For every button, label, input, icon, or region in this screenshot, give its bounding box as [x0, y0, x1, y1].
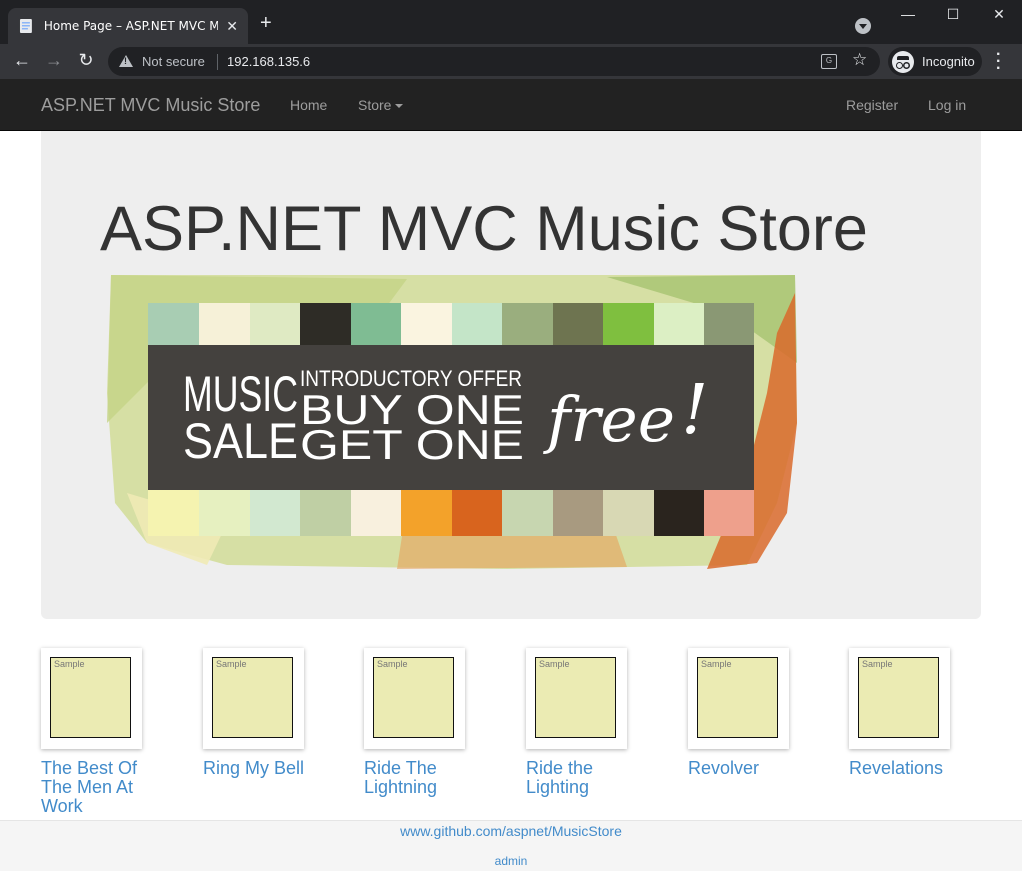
jumbotron: ASP.NET MVC Music Store MUSIC SALE INTRO… — [41, 131, 981, 619]
album-art[interactable]: Sample — [526, 648, 627, 749]
plus-icon[interactable]: + — [260, 13, 272, 33]
album-item[interactable]: Sample Revolver — [688, 648, 828, 778]
browser-tab[interactable]: Home Page – ASP.NET MVC Music Store ✕ — [8, 8, 248, 44]
maximize-icon[interactable]: ☐ — [938, 6, 968, 23]
incognito-icon — [892, 50, 914, 73]
address-divider — [217, 54, 218, 70]
nav-store-label: Store — [358, 97, 392, 113]
more-menu-icon[interactable]: · · · — [996, 47, 1001, 77]
album-art-label: Sample — [377, 659, 408, 669]
album-art[interactable]: Sample — [364, 648, 465, 749]
banner-free-text: free — [543, 383, 675, 456]
incognito-badge[interactable]: Incognito — [888, 47, 982, 76]
album-art[interactable]: Sample — [203, 648, 304, 749]
album-art-label: Sample — [216, 659, 247, 669]
album-title-link[interactable]: Ride the Lighting — [526, 759, 606, 797]
nav-login[interactable]: Log in — [928, 97, 966, 113]
nav-home[interactable]: Home — [290, 97, 327, 113]
minimize-icon[interactable]: — — [893, 6, 923, 22]
album-art-placeholder: Sample — [373, 657, 454, 738]
browser-toolbar: ← → ↻ Not secure 192.168.135.6 G ☆ Incog… — [0, 44, 1022, 79]
promo-banner-image: MUSIC SALE INTRODUCTORY OFFER BUY ONE GE… — [107, 275, 797, 569]
album-title-link[interactable]: Ride The Lightning — [364, 759, 454, 797]
banner-bang-text: ! — [681, 371, 708, 450]
album-art-label: Sample — [54, 659, 85, 669]
window-close-icon[interactable]: ✕ — [984, 6, 1014, 23]
album-item[interactable]: Sample Ride The Lightning — [364, 648, 504, 797]
album-art-placeholder: Sample — [50, 657, 131, 738]
github-link[interactable]: www.github.com/aspnet/MusicStore — [0, 823, 1022, 839]
album-title-link[interactable]: Ring My Bell — [203, 759, 343, 778]
album-item[interactable]: Sample Revelations — [849, 648, 989, 778]
warning-icon[interactable] — [119, 55, 133, 67]
album-art-placeholder: Sample — [212, 657, 293, 738]
album-item[interactable]: Sample Ride the Lighting — [526, 648, 666, 797]
page-footer: www.github.com/aspnet/MusicStore admin — [0, 820, 1022, 871]
tab-title: Home Page – ASP.NET MVC Music Store — [43, 19, 219, 33]
site-navbar: ASP.NET MVC Music Store Home Store Regis… — [0, 79, 1022, 131]
caret-down-icon — [395, 104, 404, 109]
album-title-link[interactable]: Revelations — [849, 759, 989, 778]
album-art[interactable]: Sample — [688, 648, 789, 749]
color-swatches-top — [148, 303, 754, 345]
translate-icon[interactable]: G — [821, 54, 837, 69]
banner-sale-text: SALE — [183, 413, 298, 469]
nav-register[interactable]: Register — [846, 97, 898, 113]
album-art-placeholder: Sample — [858, 657, 939, 738]
url-text[interactable]: 192.168.135.6 — [227, 54, 310, 69]
nav-store-dropdown[interactable]: Store — [358, 97, 404, 113]
banner-get-text: GET ONE — [300, 421, 524, 468]
brand-link[interactable]: ASP.NET MVC Music Store — [41, 95, 260, 116]
album-art-placeholder: Sample — [697, 657, 778, 738]
album-art-label: Sample — [701, 659, 732, 669]
browser-titlebar: Home Page – ASP.NET MVC Music Store ✕ + … — [0, 0, 1022, 44]
album-art-label: Sample — [862, 659, 893, 669]
admin-link[interactable]: admin — [0, 854, 1022, 868]
incognito-label: Incognito — [922, 54, 975, 69]
album-art[interactable]: Sample — [41, 648, 142, 749]
color-swatches-bottom — [148, 490, 754, 536]
bookmark-star-icon[interactable]: ☆ — [852, 50, 867, 70]
album-title-link[interactable]: The Best Of The Men At Work — [41, 759, 151, 816]
page-icon — [19, 19, 32, 33]
forward-arrow-icon[interactable]: → — [42, 50, 66, 71]
security-label[interactable]: Not secure — [142, 54, 205, 69]
album-item[interactable]: Sample The Best Of The Men At Work — [41, 648, 181, 816]
page-title: ASP.NET MVC Music Store — [100, 194, 868, 264]
address-bar[interactable]: Not secure 192.168.135.6 G ☆ — [108, 47, 880, 76]
album-art[interactable]: Sample — [849, 648, 950, 749]
album-art-label: Sample — [539, 659, 570, 669]
tab-search-icon[interactable] — [855, 18, 871, 34]
reload-icon[interactable]: ↻ — [74, 50, 98, 71]
close-icon[interactable]: ✕ — [226, 18, 238, 35]
album-item[interactable]: Sample Ring My Bell — [203, 648, 343, 778]
album-title-link[interactable]: Revolver — [688, 759, 828, 778]
back-arrow-icon[interactable]: ← — [10, 50, 34, 71]
album-art-placeholder: Sample — [535, 657, 616, 738]
